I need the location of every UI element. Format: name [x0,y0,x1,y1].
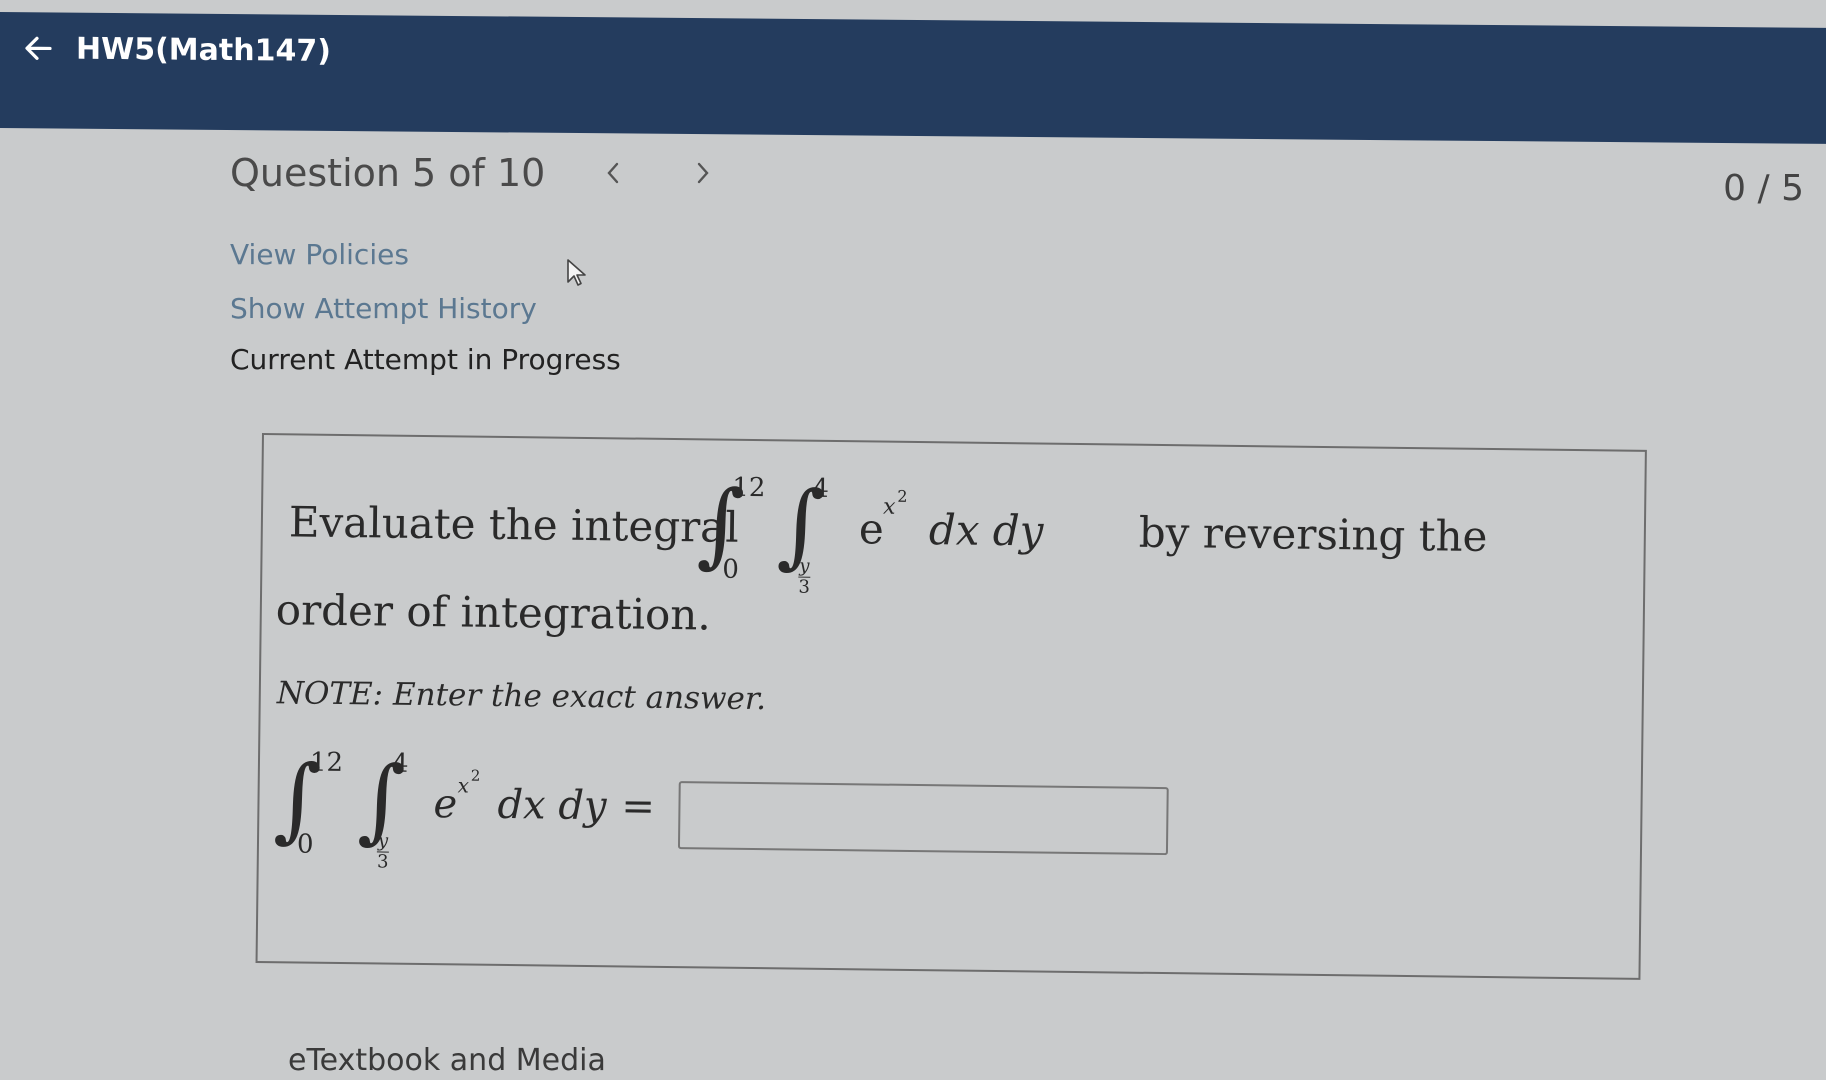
inner-lower-numerator: y [799,555,810,577]
integrand-exponent-power: 2 [897,486,908,506]
answer-outer-upper-limit: 12 [309,747,344,779]
answer-input[interactable] [677,781,1169,856]
attempt-status: Current Attempt in Progress [230,343,621,376]
outer-lower-limit: 0 [722,554,740,585]
answer-row: ∫ 12 0 ∫ 4 y 3 e x 2 dx dy = [273,745,1574,899]
question-box: Evaluate the integral ∫ 12 0 ∫ 4 y 3 e x… [255,433,1647,980]
answer-inner-upper-limit: 4 [391,748,409,779]
arrow-left-icon [25,36,52,60]
assignment-title: HW5(Math147) [76,31,331,69]
chevron-right-icon [698,162,709,184]
integrand-base: e [858,504,885,554]
question-header: Question 5 of 10 [230,148,723,198]
answer-integrand-exponent: x [457,773,470,798]
prompt-text-before: Evaluate the integral [288,497,740,552]
question-score: 0 / 5 [1723,168,1804,209]
show-attempt-history-link[interactable]: Show Attempt History [230,292,537,325]
note-text: Enter the exact answer. [392,676,767,718]
etextbook-and-media-link[interactable]: eTextbook and Media [288,1043,606,1078]
problem-statement-line1: Evaluate the integral ∫ 12 0 ∫ 4 y 3 e x… [276,469,1577,598]
prompt-text-after: by reversing the [1138,507,1488,561]
top-navigation-bar: HW5(Math147) [0,12,1826,144]
view-policies-link[interactable]: View Policies [230,238,409,271]
problem-statement-line2: order of integration. [275,585,712,640]
integrand-exponent: x [882,494,896,520]
answer-inner-lower-limit: y 3 [376,830,389,873]
next-question-button[interactable] [683,153,723,193]
inner-lower-limit: y 3 [798,555,811,598]
outer-upper-limit: 12 [732,472,766,504]
mouse-cursor-icon [567,259,586,286]
note-label: NOTE: [276,675,384,713]
answer-integrand-base: e [433,781,458,828]
answer-inner-lower-numerator: y [377,830,389,852]
chevron-left-icon [607,162,619,184]
answer-differentials: dx dy [497,781,607,830]
answer-integrand-exponent-power: 2 [470,766,481,785]
inner-lower-denominator: 3 [798,576,811,598]
answer-equals-sign: = [621,783,656,830]
note: NOTE: Enter the exact answer. [277,675,767,717]
previous-question-button[interactable] [593,153,633,193]
answer-outer-lower-limit: 0 [296,829,314,860]
inner-upper-limit: 4 [812,473,830,504]
question-counter: Question 5 of 10 [230,151,546,195]
answer-inner-lower-denominator: 3 [376,851,389,873]
differentials: dx dy [928,505,1044,556]
back-button[interactable] [18,28,58,68]
